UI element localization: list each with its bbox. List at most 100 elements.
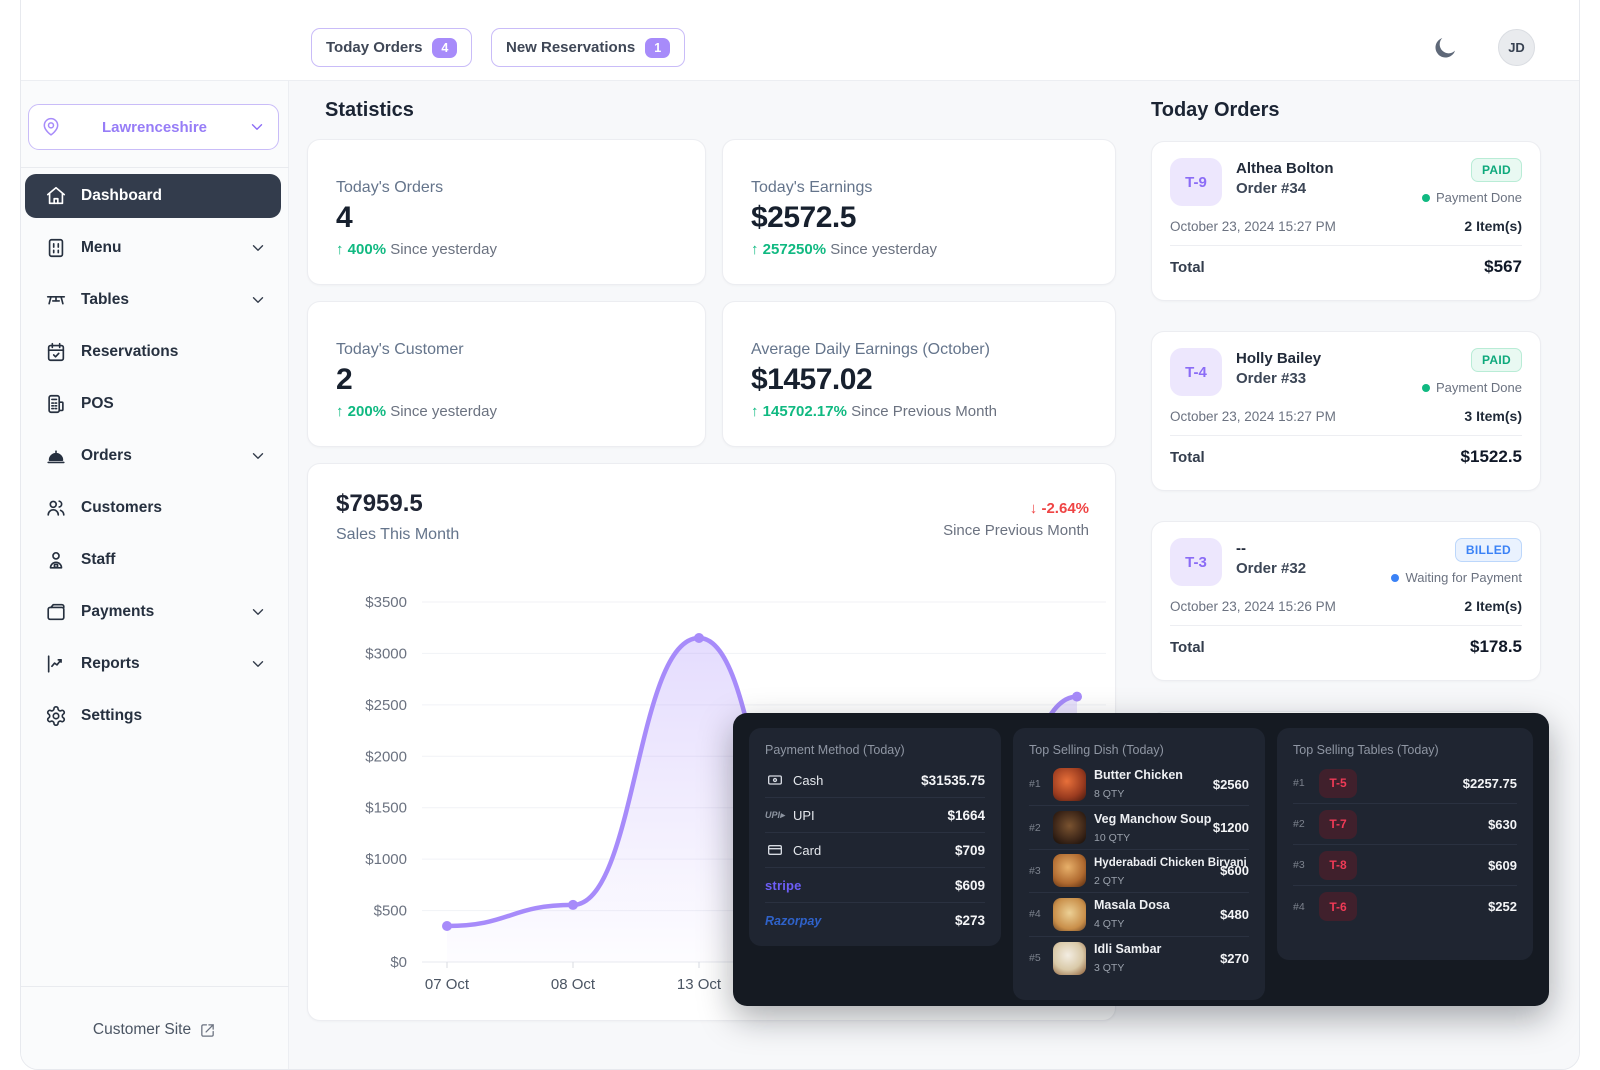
today-orders-button-label: Today Orders (326, 39, 422, 56)
status-dot (1391, 574, 1399, 582)
sidebar-item-reservations[interactable]: Reservations (25, 330, 281, 374)
home-icon (45, 185, 67, 207)
new-reservations-count-badge: 1 (645, 38, 670, 58)
table-rank: #4 (1293, 901, 1309, 913)
table-amount: $630 (1367, 817, 1517, 832)
new-reservations-button-label: New Reservations (506, 39, 635, 56)
calendar-check-icon (45, 341, 67, 363)
dish-qty: 3 QTY (1094, 962, 1124, 974)
stat-card-todays-earnings: Today's Earnings $2572.5 ↑ 257250% Since… (722, 139, 1116, 285)
dish-rank: #1 (1029, 778, 1045, 790)
arrow-up-icon: ↑ (336, 241, 344, 258)
payment-method-label: UPI (793, 808, 947, 823)
app-window: Today Orders 4 New Reservations 1 JD Law… (20, 0, 1580, 1070)
stat-value: $2572.5 (751, 201, 1087, 235)
status-dot (1422, 194, 1430, 202)
total-value: $567 (1484, 257, 1522, 277)
stat-period: Since yesterday (830, 241, 937, 258)
table-rank: #3 (1293, 859, 1309, 871)
sidebar-item-staff[interactable]: Staff (25, 538, 281, 582)
sidebar-item-payments[interactable]: Payments (25, 590, 281, 634)
table-rank: #1 (1293, 777, 1309, 789)
menu-card-icon (45, 237, 67, 259)
dish-amount: $480 (1220, 907, 1249, 922)
gear-icon (45, 705, 67, 727)
stat-period: Since yesterday (390, 241, 497, 258)
sidebar-item-label: Menu (81, 239, 249, 257)
dark-mode-toggle-moon-icon[interactable] (1431, 34, 1459, 62)
payment-amount: $31535.75 (921, 773, 985, 788)
sidebar-item-dashboard[interactable]: Dashboard (25, 174, 281, 218)
dish-amount: $1200 (1213, 820, 1249, 835)
svg-text:$0: $0 (390, 954, 407, 971)
insights-overlay: Payment Method (Today) Cash $31535.75 UP… (733, 713, 1549, 1006)
location-name: Lawrenceshire (61, 119, 248, 136)
user-avatar[interactable]: JD (1498, 29, 1535, 66)
payment-amount: $273 (955, 913, 985, 928)
stat-label: Average Daily Earnings (October) (751, 341, 1087, 359)
stat-card-todays-customer: Today's Customer 2 ↑ 200% Since yesterda… (307, 301, 706, 447)
upi-logo: UPI▸ (765, 807, 785, 823)
divider (1170, 625, 1522, 626)
order-card[interactable]: T-9 Althea Bolton Order #34 PAID Payment… (1151, 141, 1541, 301)
sidebar-item-label: Orders (81, 447, 249, 465)
table-badge: T-3 (1170, 538, 1222, 586)
sidebar-item-label: Dashboard (81, 187, 267, 205)
svg-text:$2000: $2000 (365, 748, 407, 765)
customer-site-link[interactable]: Customer Site (21, 1021, 288, 1039)
table-amount: $252 (1367, 899, 1517, 914)
customer-name: -- (1236, 540, 1391, 557)
today-orders-count-badge: 4 (432, 38, 457, 58)
sidebar-item-menu[interactable]: Menu (25, 226, 281, 270)
svg-text:$1000: $1000 (365, 851, 407, 868)
dish-qty: 2 QTY (1094, 875, 1124, 887)
dish-panel-title: Top Selling Dish (Today) (1029, 743, 1249, 757)
content-area: Lawrenceshire Dashboard Menu T (21, 81, 1579, 1069)
sidebar-item-label: Customers (81, 499, 267, 517)
customer-name: Althea Bolton (1236, 160, 1422, 177)
payment-method-label: Card (793, 843, 955, 858)
wallet-icon (45, 601, 67, 623)
users-icon (45, 497, 67, 519)
order-card[interactable]: T-3 -- Order #32 BILLED Waiting for Paym… (1151, 521, 1541, 681)
location-selector[interactable]: Lawrenceshire (28, 104, 279, 150)
stat-delta: 200% (348, 403, 386, 420)
stat-value: $1457.02 (751, 363, 1087, 397)
dish-amount: $2560 (1213, 777, 1249, 792)
dish-image (1053, 768, 1086, 801)
status-note: Waiting for Payment (1405, 570, 1522, 585)
sidebar-item-label: Reservations (81, 343, 267, 361)
new-reservations-button[interactable]: New Reservations 1 (491, 28, 685, 67)
payment-amount: $709 (955, 843, 985, 858)
sidebar-item-tables[interactable]: Tables (25, 278, 281, 322)
status-badge: PAID (1471, 348, 1522, 372)
status-note: Payment Done (1436, 380, 1522, 395)
staff-icon (45, 549, 67, 571)
statistics-title: Statistics (325, 99, 414, 122)
chevron-down-icon (249, 291, 267, 309)
table-badge: T-9 (1170, 158, 1222, 206)
sidebar-item-customers[interactable]: Customers (25, 486, 281, 530)
sidebar-item-reports[interactable]: Reports (25, 642, 281, 686)
sidebar-item-orders[interactable]: Orders (25, 434, 281, 478)
sidebar-item-label: POS (81, 395, 267, 413)
order-datetime: October 23, 2024 15:26 PM (1170, 599, 1336, 614)
stat-card-todays-orders: Today's Orders 4 ↑ 400% Since yesterday (307, 139, 706, 285)
svg-text:$2500: $2500 (365, 697, 407, 714)
sidebar-item-settings[interactable]: Settings (25, 694, 281, 738)
dish-qty: 8 QTY (1094, 788, 1124, 800)
top-selling-tables-panel: Top Selling Tables (Today) #1 T-5 $2257.… (1277, 728, 1533, 960)
today-orders-button[interactable]: Today Orders 4 (311, 28, 472, 67)
table-amount: $2257.75 (1367, 776, 1517, 791)
svg-text:$3000: $3000 (365, 645, 407, 662)
stat-delta: 400% (348, 241, 386, 258)
svg-text:08 Oct: 08 Oct (551, 976, 596, 993)
report-chart-icon (45, 653, 67, 675)
dish-name: Idli Sambar (1094, 942, 1161, 956)
sidebar-item-pos[interactable]: POS (25, 382, 281, 426)
stat-period: Since yesterday (390, 403, 497, 420)
top-selling-dish-panel: Top Selling Dish (Today) #1 Butter Chick… (1013, 728, 1265, 1000)
sidebar: Lawrenceshire Dashboard Menu T (21, 81, 289, 1069)
order-card[interactable]: T-4 Holly Bailey Order #33 PAID Payment … (1151, 331, 1541, 491)
arrow-up-icon: ↑ (751, 241, 759, 258)
